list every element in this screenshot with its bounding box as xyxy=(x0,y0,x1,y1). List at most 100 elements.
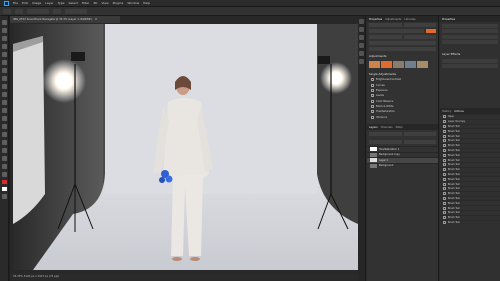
tab-adjustments[interactable]: Adjustments xyxy=(385,18,401,21)
tab-actions[interactable]: Actions xyxy=(454,110,463,113)
type-tool-icon[interactable] xyxy=(1,140,7,145)
layer-thumbnail xyxy=(370,152,377,157)
image-canvas[interactable] xyxy=(13,24,358,270)
effect-field[interactable] xyxy=(442,58,498,63)
document-area: IMG_0572 Soundtrack Navagate @ 33.3% (La… xyxy=(10,16,358,281)
tab-paths[interactable]: Paths xyxy=(396,126,403,129)
eraser-tool-icon[interactable] xyxy=(1,100,7,105)
patterns-panel-icon[interactable] xyxy=(359,51,364,56)
blend-mode-dropdown[interactable] xyxy=(403,132,436,136)
fill-field[interactable] xyxy=(403,140,436,144)
background-color-swatch[interactable] xyxy=(1,187,7,191)
dodge-tool-icon[interactable] xyxy=(1,124,7,129)
hand-tool-icon[interactable] xyxy=(1,164,7,169)
lasso-tool-icon[interactable] xyxy=(1,36,7,41)
option-control[interactable] xyxy=(53,8,61,14)
brush-tool-icon[interactable] xyxy=(1,76,7,81)
property-field[interactable] xyxy=(369,47,436,51)
resolution-field[interactable] xyxy=(403,35,436,39)
layer-filter-dropdown[interactable] xyxy=(369,132,402,136)
swatches-panel-icon[interactable] xyxy=(359,35,364,40)
preset-thumbnail[interactable] xyxy=(405,61,416,68)
move-tool-icon[interactable] xyxy=(1,20,7,25)
exposure-icon xyxy=(371,88,374,92)
menu-3d[interactable]: 3D xyxy=(93,1,97,5)
tab-channels[interactable]: Channels xyxy=(381,126,393,129)
menu-select[interactable]: Select xyxy=(69,1,78,5)
healing-brush-tool-icon[interactable] xyxy=(1,68,7,73)
blur-tool-icon[interactable] xyxy=(1,116,7,121)
history-step-icon xyxy=(443,192,446,196)
preset-thumbnail[interactable] xyxy=(369,61,380,68)
menu-file[interactable]: File xyxy=(13,1,18,5)
option-control[interactable] xyxy=(27,8,49,14)
shape-tool-icon[interactable] xyxy=(1,156,7,161)
property-field[interactable] xyxy=(442,23,498,28)
photoshop-logo-icon[interactable] xyxy=(4,0,9,6)
zoom-tool-icon[interactable] xyxy=(1,172,7,177)
layer-row[interactable]: Background xyxy=(367,162,438,169)
history-step-icon xyxy=(443,163,446,167)
width-field[interactable] xyxy=(369,23,402,27)
color-mode-button[interactable] xyxy=(426,29,436,33)
preset-thumbnail[interactable] xyxy=(417,61,428,68)
history-item[interactable]: Brush Tool xyxy=(440,219,500,225)
quick-mask-icon[interactable] xyxy=(1,194,7,199)
close-icon[interactable]: ✕ xyxy=(95,18,97,21)
opacity-field[interactable] xyxy=(369,140,402,144)
levels-icon xyxy=(371,94,374,98)
pen-tool-icon[interactable] xyxy=(1,132,7,137)
gradient-tool-icon[interactable] xyxy=(1,108,7,113)
property-field[interactable] xyxy=(369,41,436,45)
history-step-icon xyxy=(443,139,446,143)
right-panels: Properties Adjustments Libraries Adjustm… xyxy=(358,16,500,281)
document-title: IMG_0572 Soundtrack Navagate @ 33.3% (La… xyxy=(13,18,92,21)
tab-properties[interactable]: Properties xyxy=(369,18,382,21)
single-adjustments-title: Single Adjustments xyxy=(369,71,397,76)
brushes-panel-icon[interactable] xyxy=(359,59,364,64)
document-tab[interactable]: IMG_0572 Soundtrack Navagate @ 33.3% (La… xyxy=(10,16,120,23)
menu-edit[interactable]: Edit xyxy=(22,1,28,5)
preset-thumbnail[interactable] xyxy=(381,61,392,68)
tab-libraries[interactable]: Libraries xyxy=(404,18,415,21)
height-field[interactable] xyxy=(403,23,436,27)
x-field[interactable] xyxy=(369,29,424,33)
layer-effects-title: Layer Effects xyxy=(442,51,461,56)
path-selection-tool-icon[interactable] xyxy=(1,148,7,153)
history-step-icon xyxy=(443,124,446,128)
home-icon[interactable] xyxy=(3,8,11,14)
quick-select-tool-icon[interactable] xyxy=(1,44,7,49)
menu-image[interactable]: Image xyxy=(32,1,41,5)
foreground-color-swatch[interactable] xyxy=(1,180,7,184)
history-step-icon xyxy=(443,177,446,181)
menu-help[interactable]: Help xyxy=(143,1,150,5)
menu-window[interactable]: Window xyxy=(127,1,139,5)
main-panel-column: Properties Adjustments Libraries Adjustm… xyxy=(367,16,439,281)
y-field[interactable] xyxy=(369,35,402,39)
color-panel-icon[interactable] xyxy=(359,27,364,32)
history-brush-tool-icon[interactable] xyxy=(1,92,7,97)
eyedropper-tool-icon[interactable] xyxy=(1,60,7,65)
marquee-tool-icon[interactable] xyxy=(1,28,7,33)
menu-filter[interactable]: Filter xyxy=(82,1,89,5)
vibrance-icon xyxy=(371,115,374,119)
property-field[interactable] xyxy=(442,34,498,39)
tool-preset-picker[interactable] xyxy=(15,8,23,14)
clone-stamp-tool-icon[interactable] xyxy=(1,84,7,89)
tab-layers[interactable]: Layers xyxy=(369,126,378,129)
preset-thumbnail[interactable] xyxy=(393,61,404,68)
effect-field[interactable] xyxy=(442,64,498,68)
menu-layer[interactable]: Layer xyxy=(45,1,53,5)
tab-properties-secondary[interactable]: Properties xyxy=(442,18,455,21)
gradients-panel-icon[interactable] xyxy=(359,43,364,48)
menu-type[interactable]: Type xyxy=(58,1,65,5)
history-panel-icon[interactable] xyxy=(359,19,364,24)
adjustment-vibrance[interactable]: Vibrance xyxy=(367,115,438,120)
crop-tool-icon[interactable] xyxy=(1,52,7,57)
property-field[interactable] xyxy=(442,29,498,33)
option-control[interactable] xyxy=(65,8,87,14)
menu-plugins[interactable]: Plugins xyxy=(113,1,124,5)
property-field[interactable] xyxy=(442,40,498,44)
menu-view[interactable]: View xyxy=(101,1,108,5)
tab-history[interactable]: History xyxy=(442,110,451,113)
